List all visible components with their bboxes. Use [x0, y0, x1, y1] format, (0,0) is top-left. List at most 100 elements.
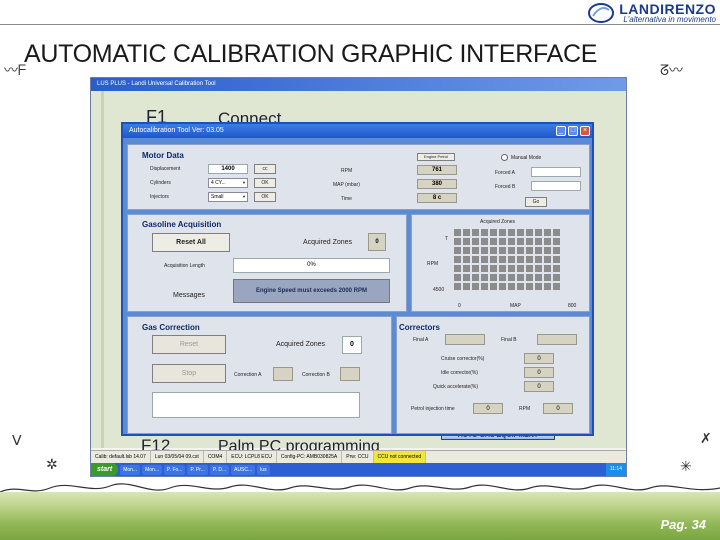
taskbar-item[interactable]: lus — [257, 464, 270, 475]
cylinders-select[interactable]: 4 CY... — [208, 178, 248, 188]
dialog-title-bar: Autocalibration Tool Ver: 03.05 _ □ × — [123, 124, 592, 138]
zone-cell — [517, 238, 524, 245]
cruise-corrector-value: 0 — [524, 353, 554, 364]
zone-cell — [472, 283, 479, 290]
zone-cell — [553, 229, 560, 236]
gas-stop-button[interactable]: Stop — [152, 364, 226, 383]
zone-cell — [499, 274, 506, 281]
gasoline-acquisition-title: Gasoline Acquisition — [142, 220, 222, 229]
zone-cell — [544, 229, 551, 236]
correctors-rpm-label: RPM — [519, 406, 531, 412]
zone-cell — [490, 256, 497, 263]
gas-correction-title: Gas Correction — [142, 323, 200, 332]
zone-cell — [463, 229, 470, 236]
zone-cell — [535, 238, 542, 245]
minimize-icon[interactable]: _ — [556, 126, 566, 136]
zone-cell — [463, 265, 470, 272]
messages-label: Messages — [173, 292, 205, 299]
taskbar-item[interactable]: P. Fo... — [164, 464, 186, 475]
displacement-input[interactable]: 1400 — [208, 164, 248, 174]
zone-cell — [499, 283, 506, 290]
zone-cell — [535, 283, 542, 290]
reset-all-button[interactable]: Reset All — [152, 233, 230, 252]
slide-title: AUTOMATIC CALIBRATION GRAPHIC INTERFACE — [24, 40, 598, 68]
acquisition-length-progress: 0% — [233, 258, 390, 273]
manual-mode-label: Manual Mode — [511, 155, 542, 161]
gas-correction-log — [152, 392, 360, 418]
brand-name: LANDIRENZO — [619, 1, 716, 17]
engine-petrol-button[interactable]: Engine Petrol — [417, 153, 455, 161]
final-b-label: Final B — [501, 337, 517, 343]
petrol-injection-time-value: 0 — [473, 403, 503, 414]
zone-cell — [535, 229, 542, 236]
displacement-label: Displacement — [150, 166, 181, 172]
start-button[interactable]: start — [91, 463, 119, 476]
zone-cell — [526, 238, 533, 245]
forced-a-input[interactable] — [531, 167, 581, 177]
messages-display: Engine Speed must exceeds 2000 RPM — [233, 279, 390, 303]
zone-cell — [553, 256, 560, 263]
displacement-unit-button[interactable]: cc — [254, 164, 276, 174]
close-icon[interactable]: × — [580, 126, 590, 136]
doodle-right-icon: ᘔ〰 — [660, 62, 684, 78]
taskbar-item[interactable]: Mon... — [142, 464, 162, 475]
status-prw: Prw: CCU — [342, 451, 374, 463]
taskbar-item[interactable]: P. D... — [209, 464, 230, 475]
injectors-ok-button[interactable]: OK — [254, 192, 276, 202]
app-title-bar: LUS PLUS - Landi Universal Calibration T… — [91, 78, 626, 91]
zone-cell — [463, 283, 470, 290]
zone-cell — [481, 256, 488, 263]
zone-cell — [499, 256, 506, 263]
zone-cell — [472, 256, 479, 263]
zone-cell — [463, 256, 470, 263]
zone-cell — [544, 265, 551, 272]
taskbar-item[interactable]: AUSC... — [231, 464, 256, 475]
zone-cell — [490, 265, 497, 272]
doodle-bottom-left-icon: ᐯ — [12, 432, 22, 448]
cylinders-ok-button[interactable]: OK — [254, 178, 276, 188]
idle-corrector-value: 0 — [524, 367, 554, 378]
zone-cell — [508, 238, 515, 245]
zones-x-left-label: 0 — [458, 303, 461, 309]
brand-tagline: L'alternativa in movimento — [623, 15, 716, 24]
gas-acquired-zones-label: Acquired Zones — [276, 341, 326, 348]
quick-accelerate-value: 0 — [524, 381, 554, 392]
rpm-value: 761 — [417, 165, 457, 175]
zone-cell — [517, 247, 524, 254]
correction-a-value — [273, 367, 293, 381]
zone-cell — [463, 238, 470, 245]
acquired-zones-value: 0 — [368, 233, 386, 251]
zone-cell — [472, 238, 479, 245]
forced-b-input[interactable] — [531, 181, 581, 191]
zone-cell — [472, 229, 479, 236]
zone-cell — [535, 265, 542, 272]
final-a-label: Final A — [413, 337, 429, 343]
zone-cell — [481, 274, 488, 281]
correctors-rpm-value: 0 — [543, 403, 573, 414]
taskbar-item[interactable]: P. Pr... — [187, 464, 208, 475]
zone-cell — [544, 283, 551, 290]
doodle-right2-icon: ✗ — [700, 430, 712, 446]
manual-mode-radio[interactable] — [501, 154, 508, 161]
acquired-zones-grid — [454, 229, 560, 290]
zones-y-label: RPM — [427, 261, 439, 267]
zone-cell — [472, 265, 479, 272]
maximize-icon[interactable]: □ — [568, 126, 578, 136]
acquired-zones-label: Acquired Zones — [303, 239, 353, 246]
zone-cell — [472, 247, 479, 254]
map-value: 380 — [417, 179, 457, 189]
taskbar-item[interactable]: Mon... — [120, 464, 141, 475]
gas-reset-button[interactable]: Reset — [152, 335, 226, 354]
idle-corrector-label: Idle corrector(%) — [441, 370, 478, 376]
injectors-select[interactable]: Small — [208, 192, 248, 202]
final-a-value — [445, 334, 485, 345]
go-button[interactable]: Go — [525, 197, 547, 207]
gas-correction-panel: Gas Correction Reset Acquired Zones 0 St… — [127, 316, 392, 434]
zone-cell — [526, 265, 533, 272]
zone-cell — [526, 247, 533, 254]
cylinders-label: Cylinders — [150, 180, 171, 186]
dialog-body: Motor Data Displacement 1400 cc Cylinder… — [123, 138, 592, 434]
brand-logo: LANDIRENZO L'alternativa in movimento — [587, 2, 716, 24]
status-ecu: ECU: LCPL8 ECU — [227, 451, 277, 463]
zones-grid-title: Acquired Zones — [480, 219, 516, 225]
